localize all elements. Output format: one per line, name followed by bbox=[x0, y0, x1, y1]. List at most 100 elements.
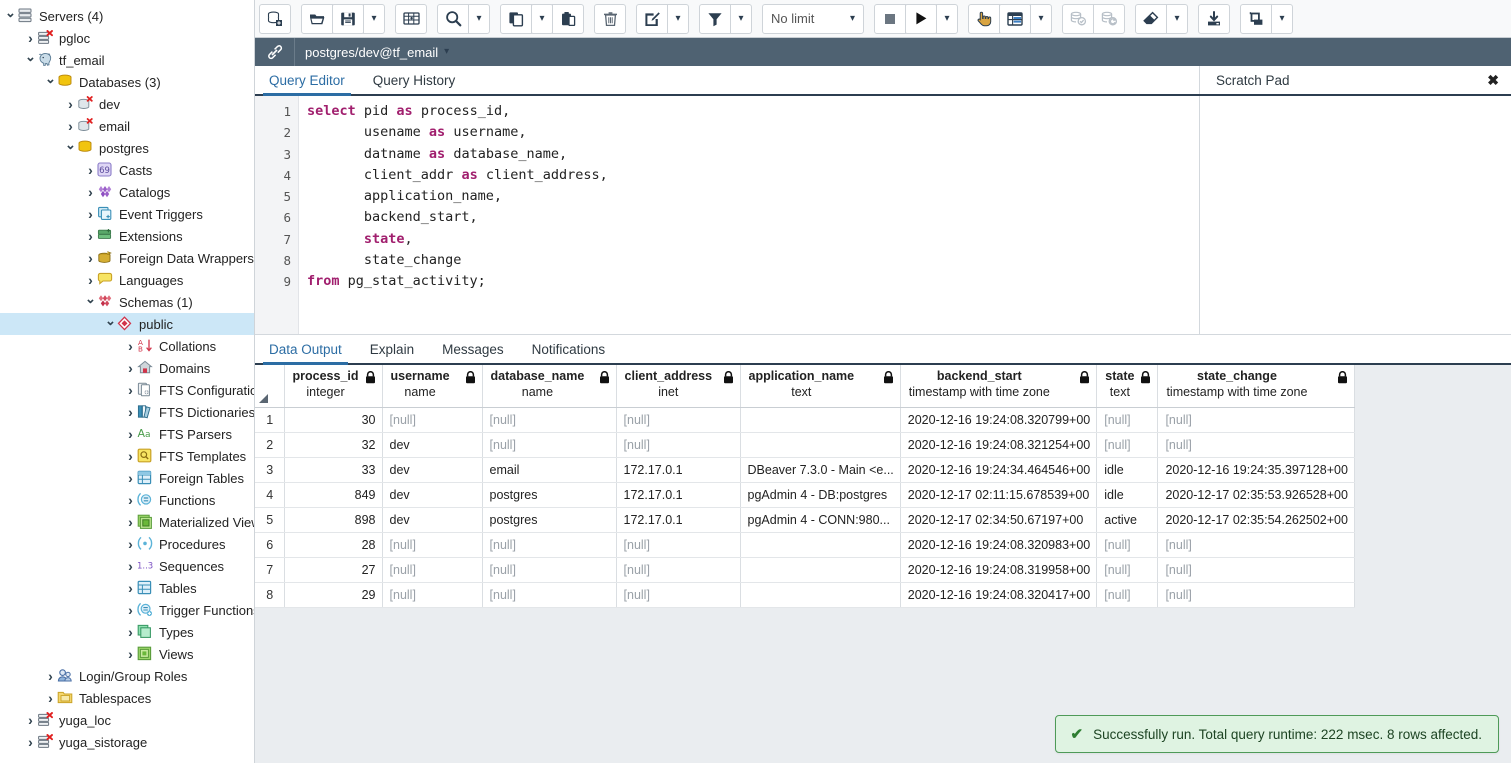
cell-process_id[interactable]: 29 bbox=[284, 582, 382, 607]
chevron-right-icon[interactable]: › bbox=[84, 251, 97, 265]
cell-state_change[interactable]: 2020-12-17 02:35:53.926528+00 bbox=[1158, 482, 1354, 507]
tree-item-yuga-sistorage[interactable]: ›yuga_sistorage bbox=[0, 731, 254, 753]
cell-state_change[interactable]: 2020-12-17 02:35:54.262502+00 bbox=[1158, 507, 1354, 532]
tree-item-sequences[interactable]: ›1..3Sequences bbox=[0, 555, 254, 577]
copy-options-caret[interactable]: ▾ bbox=[531, 4, 553, 34]
data-grid-container[interactable]: process_idintegerusernamenamedatabase_na… bbox=[255, 365, 1511, 763]
chevron-down-icon[interactable]: ⌄ bbox=[4, 10, 17, 16]
tab-notifications[interactable]: Notifications bbox=[518, 335, 620, 363]
cell-username[interactable]: dev bbox=[382, 457, 482, 482]
row-number[interactable]: 7 bbox=[255, 557, 284, 582]
cell-process_id[interactable]: 33 bbox=[284, 457, 382, 482]
cell-state[interactable]: [null] bbox=[1097, 557, 1158, 582]
cell-state_change[interactable]: [null] bbox=[1158, 557, 1354, 582]
tree-item-schemas-1[interactable]: ⌄Schemas (1) bbox=[0, 291, 254, 313]
column-header-application_name[interactable]: application_nametext bbox=[740, 365, 900, 407]
chevron-down-icon[interactable]: ⌄ bbox=[104, 318, 117, 324]
cell-process_id[interactable]: 28 bbox=[284, 532, 382, 557]
open-file-button[interactable] bbox=[301, 4, 333, 34]
chevron-right-icon[interactable]: › bbox=[124, 603, 137, 617]
chevron-right-icon[interactable]: › bbox=[124, 449, 137, 463]
cell-client_address[interactable]: [null] bbox=[616, 432, 740, 457]
tree-item-foreign-tables[interactable]: ›Foreign Tables bbox=[0, 467, 254, 489]
row-number[interactable]: 4 bbox=[255, 482, 284, 507]
chevron-right-icon[interactable]: › bbox=[124, 383, 137, 397]
tree-item-fts-configurations[interactable]: ›FTS Configurations bbox=[0, 379, 254, 401]
cell-state[interactable]: [null] bbox=[1097, 582, 1158, 607]
cell-backend_start[interactable]: 2020-12-17 02:11:15.678539+00 bbox=[900, 482, 1096, 507]
cell-state[interactable]: idle bbox=[1097, 482, 1158, 507]
column-header-username[interactable]: usernamename bbox=[382, 365, 482, 407]
tree-item-fts-templates[interactable]: ›FTS Templates bbox=[0, 445, 254, 467]
chevron-right-icon[interactable]: › bbox=[124, 515, 137, 529]
cell-username[interactable]: [null] bbox=[382, 407, 482, 432]
chevron-right-icon[interactable]: › bbox=[124, 537, 137, 551]
cell-state[interactable]: active bbox=[1097, 507, 1158, 532]
tree-item-procedures[interactable]: ›Procedures bbox=[0, 533, 254, 555]
cell-backend_start[interactable]: 2020-12-16 19:24:34.464546+00 bbox=[900, 457, 1096, 482]
tree-item-login-group-roles[interactable]: ›Login/Group Roles bbox=[0, 665, 254, 687]
row-number-header[interactable] bbox=[255, 365, 284, 407]
cell-state[interactable]: [null] bbox=[1097, 532, 1158, 557]
find-options-caret[interactable]: ▾ bbox=[468, 4, 490, 34]
chevron-right-icon[interactable]: › bbox=[24, 31, 37, 45]
cell-backend_start[interactable]: 2020-12-16 19:24:08.321254+00 bbox=[900, 432, 1096, 457]
cell-username[interactable]: dev bbox=[382, 482, 482, 507]
cell-database_name[interactable]: [null] bbox=[482, 582, 616, 607]
paste-button[interactable] bbox=[552, 4, 584, 34]
column-header-state_change[interactable]: state_changetimestamp with time zone bbox=[1158, 365, 1354, 407]
cell-backend_start[interactable]: 2020-12-16 19:24:08.320983+00 bbox=[900, 532, 1096, 557]
cell-process_id[interactable]: 898 bbox=[284, 507, 382, 532]
table-row[interactable]: 333devemail172.17.0.1DBeaver 7.3.0 - Mai… bbox=[255, 457, 1354, 482]
explain-analyze-button[interactable] bbox=[999, 4, 1031, 34]
column-header-process_id[interactable]: process_idinteger bbox=[284, 365, 382, 407]
find-button[interactable] bbox=[437, 4, 469, 34]
tree-item-databases-3[interactable]: ⌄Databases (3) bbox=[0, 71, 254, 93]
cell-state[interactable]: [null] bbox=[1097, 407, 1158, 432]
cell-process_id[interactable]: 32 bbox=[284, 432, 382, 457]
sql-code-area[interactable]: select pid as process_id, usename as use… bbox=[299, 96, 1199, 334]
cell-state[interactable]: idle bbox=[1097, 457, 1158, 482]
tab-data-output[interactable]: Data Output bbox=[255, 335, 356, 363]
filter-button[interactable] bbox=[699, 4, 731, 34]
table-row[interactable]: 829[null][null][null]2020-12-16 19:24:08… bbox=[255, 582, 1354, 607]
cell-state_change[interactable]: [null] bbox=[1158, 582, 1354, 607]
cell-client_address[interactable]: 172.17.0.1 bbox=[616, 507, 740, 532]
execute-options-caret[interactable]: ▾ bbox=[936, 4, 958, 34]
cell-application_name[interactable] bbox=[740, 407, 900, 432]
cell-database_name[interactable]: [null] bbox=[482, 432, 616, 457]
cell-state_change[interactable]: 2020-12-16 19:24:35.397128+00 bbox=[1158, 457, 1354, 482]
cell-username[interactable]: dev bbox=[382, 432, 482, 457]
close-icon[interactable]: ✖ bbox=[1487, 72, 1499, 89]
cell-state_change[interactable]: [null] bbox=[1158, 532, 1354, 557]
tree-item-dev[interactable]: ›dev bbox=[0, 93, 254, 115]
tree-item-functions[interactable]: ›Functions bbox=[0, 489, 254, 511]
scratch-pad-panel[interactable] bbox=[1199, 96, 1511, 335]
save-options-caret[interactable]: ▾ bbox=[363, 4, 385, 34]
chevron-right-icon[interactable]: › bbox=[124, 581, 137, 595]
clear-options-caret[interactable]: ▾ bbox=[1166, 4, 1188, 34]
chevron-right-icon[interactable]: › bbox=[124, 405, 137, 419]
cell-application_name[interactable]: pgAdmin 4 - CONN:980... bbox=[740, 507, 900, 532]
chevron-right-icon[interactable]: › bbox=[84, 229, 97, 243]
tree-item-catalogs[interactable]: ›Catalogs bbox=[0, 181, 254, 203]
explain-button[interactable] bbox=[968, 4, 1000, 34]
column-header-client_address[interactable]: client_addressinet bbox=[616, 365, 740, 407]
tab-query-editor[interactable]: Query Editor bbox=[255, 66, 359, 94]
row-limit-select[interactable]: No limit ▾ bbox=[762, 4, 864, 34]
sql-editor[interactable]: 123456789 select pid as process_id, usen… bbox=[255, 96, 1199, 335]
cell-backend_start[interactable]: 2020-12-16 19:24:08.320799+00 bbox=[900, 407, 1096, 432]
download-button[interactable] bbox=[1198, 4, 1230, 34]
tree-item-tablespaces[interactable]: ›Tablespaces bbox=[0, 687, 254, 709]
edit-grid-button[interactable] bbox=[395, 4, 427, 34]
cell-backend_start[interactable]: 2020-12-16 19:24:08.320417+00 bbox=[900, 582, 1096, 607]
cell-database_name[interactable]: email bbox=[482, 457, 616, 482]
tree-item-views[interactable]: ›Views bbox=[0, 643, 254, 665]
tree-item-event-triggers[interactable]: ›Event Triggers bbox=[0, 203, 254, 225]
chevron-down-icon[interactable]: ⌄ bbox=[44, 76, 57, 82]
cell-process_id[interactable]: 30 bbox=[284, 407, 382, 432]
tree-item-tf-email[interactable]: ⌄tf_email bbox=[0, 49, 254, 71]
explain-options-caret[interactable]: ▾ bbox=[1030, 4, 1052, 34]
chevron-down-icon[interactable]: ⌄ bbox=[84, 296, 97, 302]
chevron-down-icon[interactable]: ⌄ bbox=[24, 54, 37, 60]
